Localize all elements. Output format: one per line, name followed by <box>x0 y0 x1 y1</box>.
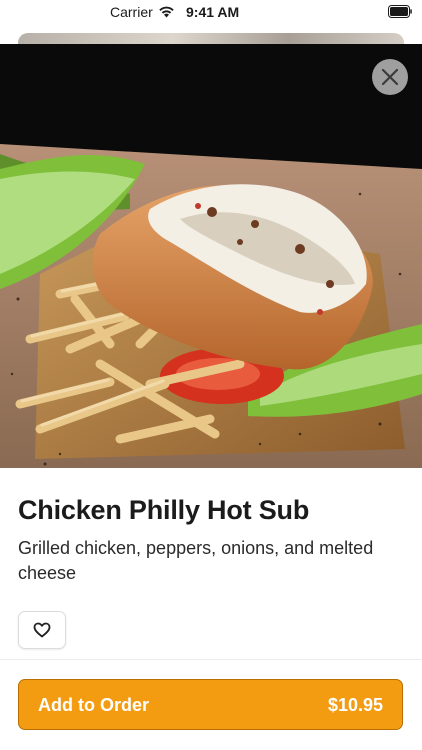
close-button[interactable] <box>372 59 408 95</box>
battery-icon <box>388 5 412 18</box>
wifi-icon <box>159 6 174 18</box>
heart-icon <box>33 622 51 638</box>
add-to-order-label: Add to Order <box>38 695 149 715</box>
close-icon <box>381 68 399 86</box>
item-description: Grilled chicken, peppers, onions, and me… <box>18 538 374 583</box>
sandwich-photo <box>0 44 422 468</box>
hero-image <box>0 44 422 468</box>
add-to-order-button[interactable]: Add to Order $10.95 <box>18 679 403 730</box>
item-title: Chicken Philly Hot Sub <box>18 495 310 525</box>
order-price: $10.95 <box>327 695 383 715</box>
favorite-button[interactable] <box>18 611 66 649</box>
carrier-label: Carrier <box>110 4 153 20</box>
status-bar: Carrier 9:41 AM <box>0 0 422 24</box>
divider <box>0 659 422 660</box>
status-time: 9:41 AM <box>186 4 240 20</box>
